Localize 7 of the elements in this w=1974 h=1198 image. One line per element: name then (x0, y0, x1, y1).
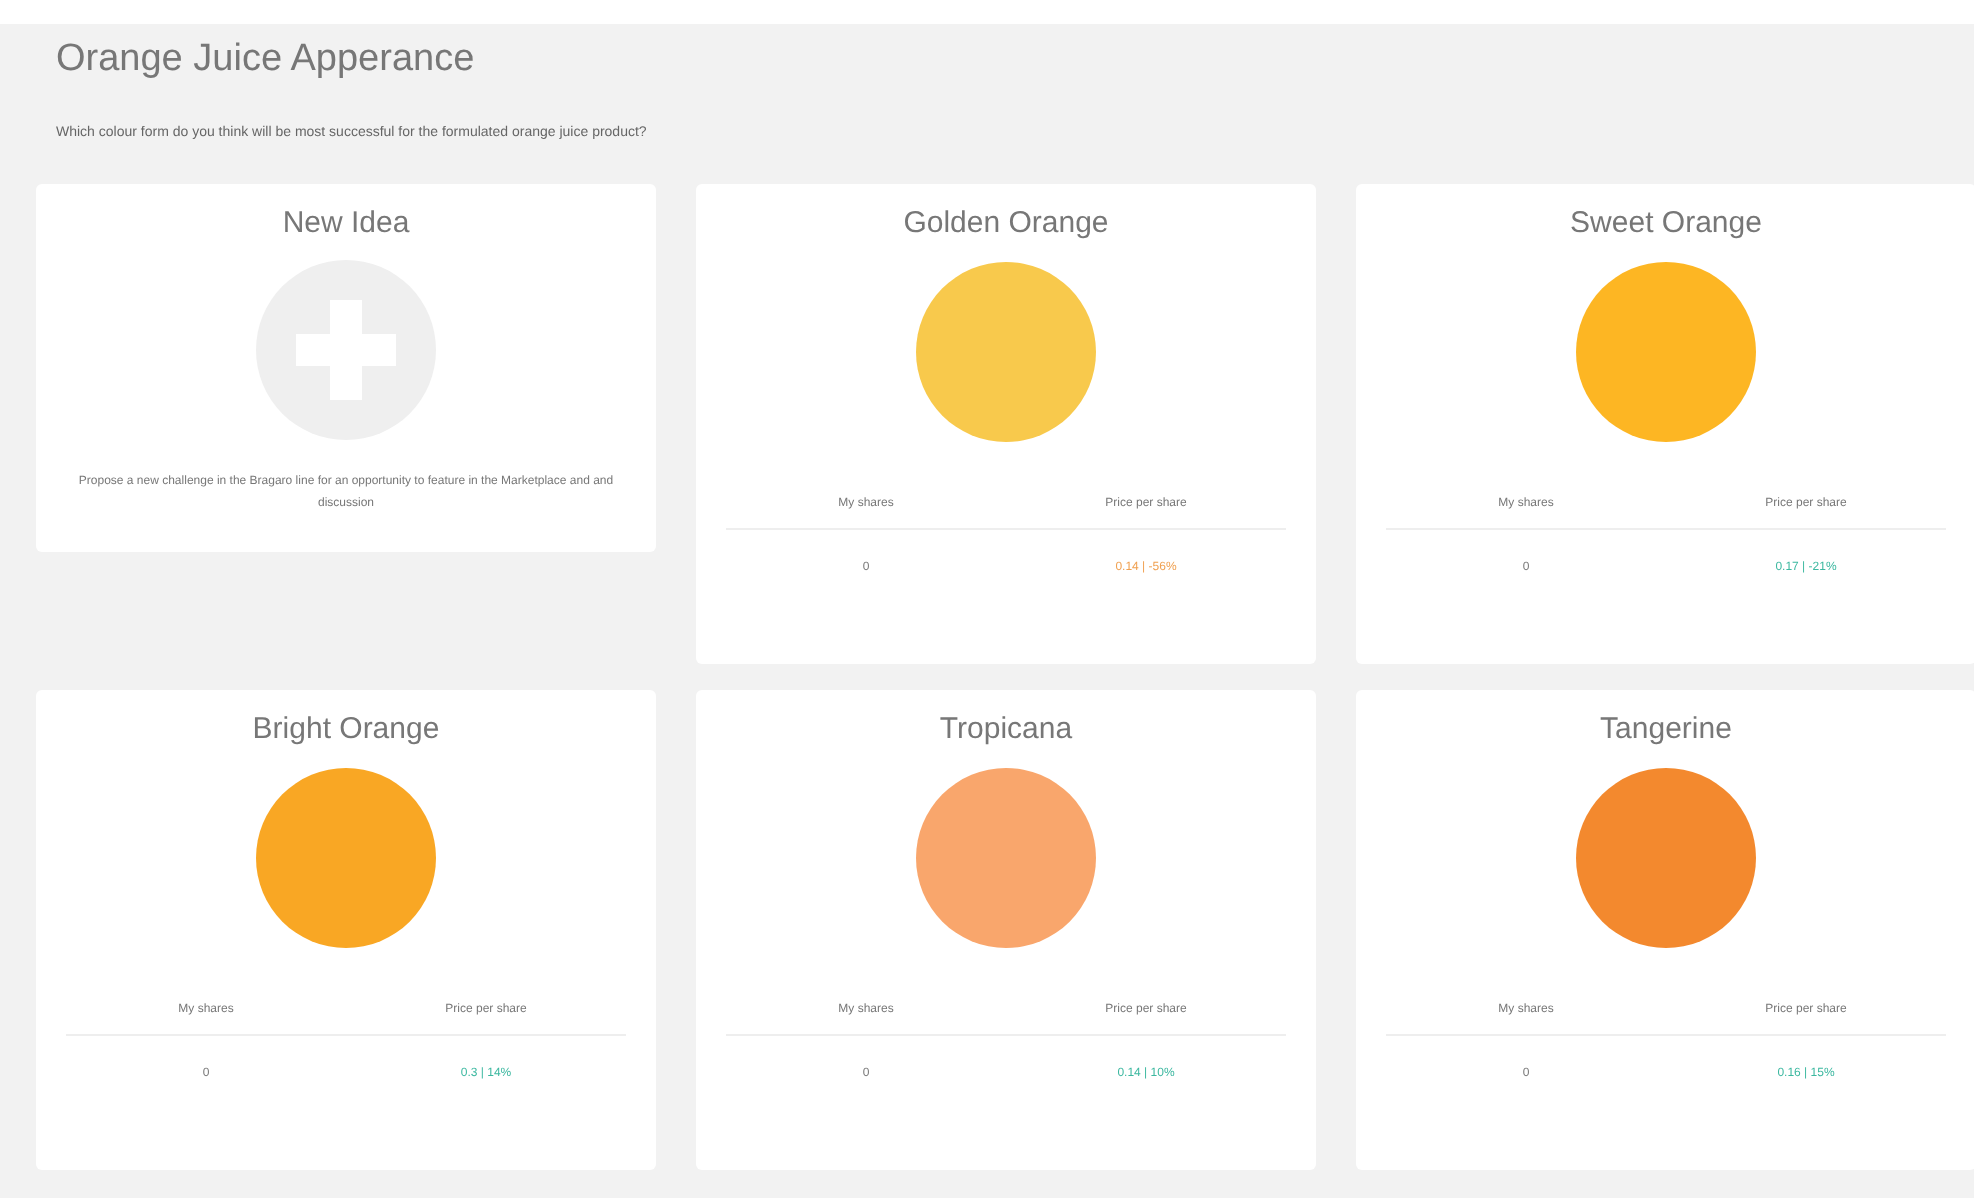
card-title: Bright Orange (252, 709, 440, 749)
card-title: New Idea (282, 203, 410, 243)
card-title: Golden Orange (903, 203, 1109, 243)
card-title: Tropicana (939, 709, 1073, 749)
card-title: Tangerine (1600, 709, 1732, 749)
card-title: Sweet Orange (1570, 203, 1762, 243)
page-title: Orange Juice Apperance (56, 36, 477, 84)
